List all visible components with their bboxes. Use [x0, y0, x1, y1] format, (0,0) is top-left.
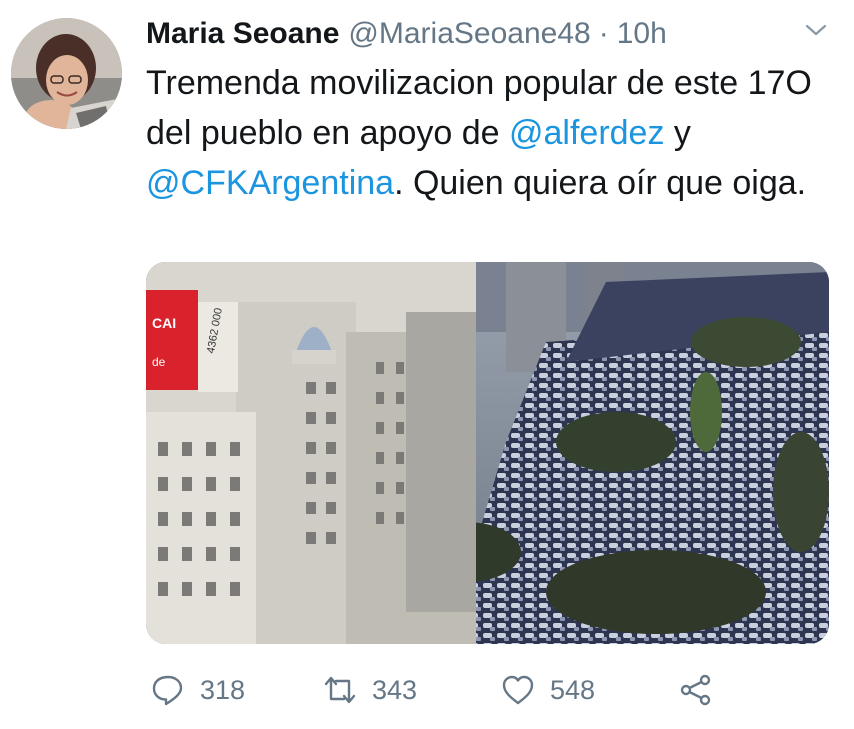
timestamp[interactable]: 10h	[617, 17, 667, 51]
reply-button[interactable]: 318	[150, 668, 245, 712]
like-count: 548	[550, 674, 596, 705]
tweet-header: Maria Seoane @MariaSeoane48 · 10h	[146, 12, 834, 56]
retweet-button[interactable]: 343	[322, 668, 417, 712]
author-handle[interactable]: @MariaSeoane48	[348, 17, 590, 51]
billboard-text: de	[152, 355, 166, 369]
tweet-text: Tremenda movilizacion popular de este 17…	[146, 58, 836, 208]
retweet-icon	[324, 676, 356, 704]
separator-dot: ·	[598, 17, 609, 50]
mention-link[interactable]: @alferdez	[509, 114, 664, 152]
reply-icon	[152, 675, 183, 706]
tweet-text-part: . Quien quiera oír que oiga.	[394, 164, 807, 202]
billboard-text: CAI	[152, 315, 176, 331]
share-icon	[680, 674, 711, 706]
crowd-photo: CAI de 4362 000	[146, 262, 829, 644]
tweet-media-image[interactable]: CAI de 4362 000	[146, 262, 829, 644]
retweet-count: 343	[372, 674, 418, 705]
avatar-photo	[11, 18, 122, 129]
tweet-text-part: Tremenda movilizacion popular de este 17…	[146, 64, 812, 152]
heart-icon	[502, 675, 534, 705]
mention-link[interactable]: @CFKArgentina	[146, 164, 394, 202]
avatar[interactable]	[11, 18, 122, 129]
tweet-card[interactable]: Maria Seoane @MariaSeoane48 · 10h Tremen…	[0, 0, 854, 729]
author-name[interactable]: Maria Seoane	[146, 17, 339, 51]
like-button[interactable]: 548	[500, 668, 595, 712]
share-button[interactable]	[678, 668, 714, 712]
reply-count: 318	[200, 674, 246, 705]
tweet-text-part: y	[664, 114, 691, 152]
tweet-actions: 318 343 548	[150, 668, 770, 712]
chevron-down-icon[interactable]	[800, 14, 832, 46]
